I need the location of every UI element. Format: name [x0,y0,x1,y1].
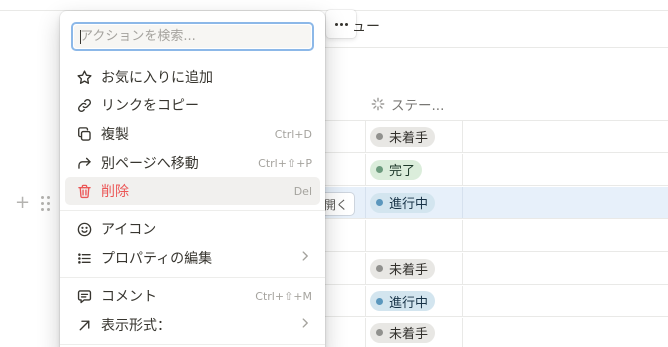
status-tag[interactable]: 未着手 [370,322,436,343]
cell-divider [462,318,463,347]
view-divider [320,47,668,48]
shortcut-hint: Ctrl+⇧+P [258,156,312,170]
status-tag[interactable]: 完了 [370,159,423,180]
drag-dot [47,196,50,199]
action-search-box[interactable] [71,22,314,51]
arrow-up-right-icon [75,316,93,334]
status-tag-label: 未着手 [389,131,429,146]
more-dot [344,22,348,26]
shortcut-hint: Ctrl+⇧+M [255,289,312,303]
menu-item-label: コメント [101,289,157,305]
cell-divider [365,286,366,316]
status-tag-label: 進行中 [389,197,429,212]
menu-item-label: プロパティの編集 [101,251,213,267]
status-tag[interactable]: 進行中 [370,192,436,213]
menu-item-add-favorite[interactable]: お気に入りに追加 [65,63,320,91]
status-tag-label: 完了 [389,164,416,179]
smiley-icon [75,220,93,238]
drag-handle-icon[interactable] [41,196,51,212]
actions-menu: お気に入りに追加 リンクをコピー 複製 Ctrl+D 別ページへ移動 Ctrl+… [60,11,325,347]
shortcut-hint: Ctrl+D [274,127,312,141]
menu-item-icon[interactable]: アイコン [65,215,320,243]
status-dot [376,199,383,206]
trash-icon [75,182,93,200]
status-column-header[interactable]: ステー... [365,88,462,120]
status-tag[interactable]: 進行中 [370,291,436,311]
drag-dot [41,208,44,211]
menu-item-label: 削除 [101,184,129,200]
list-icon [75,249,93,267]
drag-dot [47,208,50,211]
cell-divider [462,286,463,316]
menu-divider [60,277,325,278]
status-tag-label: 進行中 [389,295,429,311]
status-tag-label: 未着手 [389,263,429,278]
table-row[interactable]: 未着手 [320,121,668,153]
drag-dot [41,196,44,199]
menu-item-label: 複製 [101,127,129,143]
cell-divider [462,154,463,185]
more-dot [339,22,343,26]
menu-item-comment[interactable]: コメント Ctrl+⇧+M [65,282,320,310]
action-search-input[interactable] [74,25,311,48]
table-row[interactable]: 進行中 [320,286,668,317]
status-column-label: ステー... [391,98,445,114]
menu-item-copy-link[interactable]: リンクをコピー [65,91,320,119]
status-tag[interactable]: 未着手 [370,126,436,147]
drag-dot [47,202,50,205]
menu-item-label: リンクをコピー [101,98,199,114]
cell-divider [365,253,366,284]
menu-item-label: お気に入りに追加 [101,70,213,86]
cell-divider [462,187,463,218]
move-to-icon [75,154,93,172]
cell-divider [462,121,463,152]
cell-divider [365,220,366,251]
status-dot [376,297,383,305]
table-row-selected[interactable]: 進行中 [320,187,668,219]
table-row[interactable]: 未着手 [320,253,668,285]
add-row-icon[interactable]: + [15,194,30,212]
cell-divider [365,187,366,218]
view-tab-label[interactable]: ュー [352,16,380,36]
menu-item-label: 表示形式： [101,318,171,334]
status-tag[interactable]: 未着手 [370,258,436,279]
cell-divider [365,121,366,152]
table-row[interactable]: 完了 [320,154,668,186]
link-icon [75,96,93,114]
table-row[interactable]: 未着手 [320,318,668,347]
cell-divider [365,318,366,347]
status-spinner-icon [371,97,385,111]
menu-divider [60,344,325,345]
shortcut-hint: Del [293,184,312,198]
status-dot [376,329,383,336]
status-dot [376,166,383,173]
comment-icon [75,287,93,305]
star-icon [75,68,93,86]
cell-divider [462,220,463,251]
cell-divider [462,253,463,284]
more-dot [334,22,338,26]
table-row[interactable] [320,220,668,252]
status-dot [376,265,383,272]
menu-item-display-format[interactable]: 表示形式： [65,311,320,339]
menu-divider [60,210,325,211]
drag-dot [41,202,44,205]
text-caret [80,30,81,44]
menu-item-delete[interactable]: 削除 Del [65,177,320,205]
status-dot [376,133,383,140]
menu-item-label: 別ページへ移動 [101,156,199,172]
menu-item-duplicate[interactable]: 複製 Ctrl+D [65,120,320,148]
cell-divider [365,154,366,185]
duplicate-icon [75,125,93,143]
chevron-right-icon [298,249,312,267]
menu-item-move-to[interactable]: 別ページへ移動 Ctrl+⇧+P [65,149,320,177]
status-tag-label: 未着手 [389,327,429,342]
chevron-right-icon [298,316,312,334]
menu-item-edit-properties[interactable]: プロパティの編集 [65,244,320,272]
menu-item-label: アイコン [101,222,157,238]
